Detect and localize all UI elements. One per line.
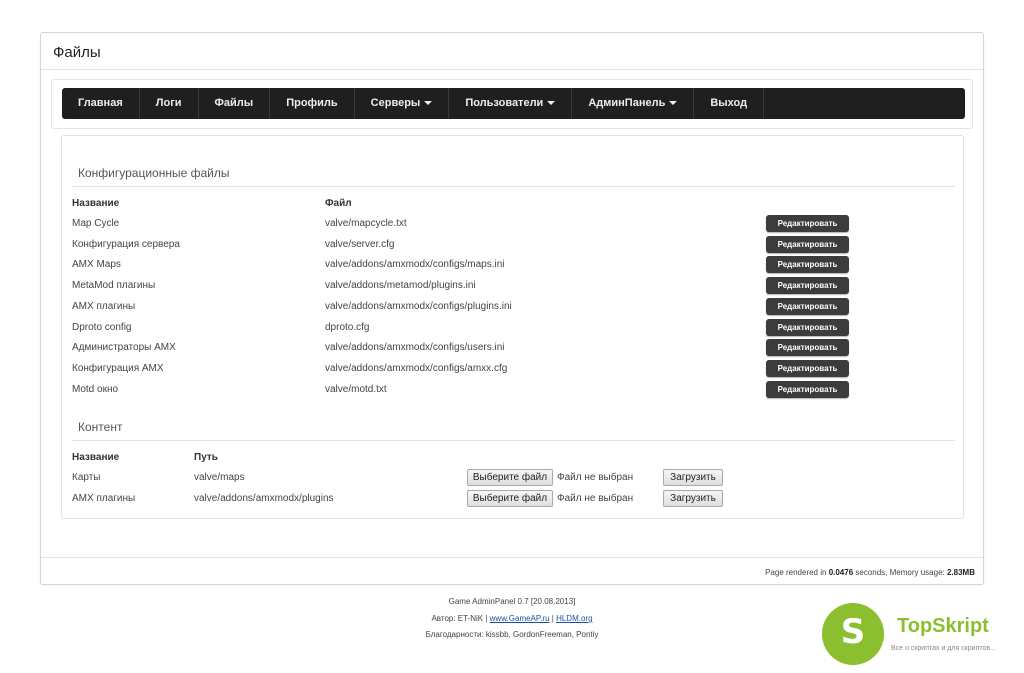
nav-item-label: Выход — [710, 97, 748, 109]
nav-item-label: Серверы — [370, 97, 421, 109]
edit-button[interactable]: Редактировать — [766, 256, 849, 274]
edit-button[interactable]: Редактировать — [766, 318, 849, 336]
edit-button[interactable]: Редактировать — [766, 215, 849, 232]
config-header-name: Название — [72, 198, 120, 209]
nav-item-4[interactable]: Серверы — [355, 88, 450, 119]
page-title: Файлы — [41, 33, 983, 70]
nav-item-0[interactable]: Главная — [62, 88, 140, 119]
config-header-file: Файл — [325, 198, 352, 209]
gameap-link[interactable]: www.GameAP.ru — [490, 614, 550, 623]
content-section-title: Контент — [78, 420, 123, 434]
config-row-name: AMX Maps — [72, 259, 121, 271]
choose-file-button[interactable]: Выберите файл — [467, 490, 553, 507]
render-info: Page rendered in 0.0476 seconds, Memory … — [765, 568, 975, 577]
config-row-name: Dproto config — [72, 321, 132, 333]
panel-footer: Page rendered in 0.0476 seconds, Memory … — [41, 557, 983, 585]
edit-button[interactable]: Редактировать — [766, 297, 849, 315]
config-row-file: valve/server.cfg — [325, 238, 395, 250]
config-row-name: Конфигурация сервера — [72, 238, 180, 250]
memory-usage: 2.83MB — [946, 568, 975, 577]
config-row-file: valve/addons/amxmodx/configs/amxx.cfg — [325, 362, 508, 374]
main-navbar: Главная Логи Файлы Профиль Серверы Пользовате… — [62, 88, 965, 119]
edit-button[interactable]: Редактировать — [766, 339, 849, 357]
file-status: Файл не выбран — [557, 493, 634, 504]
config-row-file: valve/addons/amxmodx/configs/users.ini — [325, 342, 505, 354]
content-row-path: valve/addons/amxmodx/plugins — [194, 493, 334, 504]
nav-item-label: АдминПанель — [588, 97, 666, 109]
nav-item-label: Файлы — [214, 97, 254, 109]
upload-button[interactable]: Загрузить — [663, 490, 723, 507]
config-row-file: dproto.cfg — [325, 321, 370, 333]
nav-item-3[interactable]: Профиль — [270, 88, 355, 119]
nav-item-label: Профиль — [286, 97, 338, 109]
config-row-file: valve/addons/amxmodx/configs/maps.ini — [325, 259, 505, 271]
edit-button[interactable]: Редактировать — [766, 359, 849, 377]
edit-button[interactable]: Редактировать — [766, 380, 849, 398]
nav-wrapper: Главная Логи Файлы Профиль Серверы Пользовате… — [51, 79, 973, 129]
caret-down-icon — [424, 101, 433, 106]
render-info-middle: seconds, Memory usage: — [853, 568, 947, 577]
choose-file-button[interactable]: Выберите файл — [467, 469, 553, 486]
file-status: Файл не выбран — [557, 472, 634, 483]
content-section-divider — [72, 440, 955, 441]
topskript-logo-name: TopSkript — [897, 615, 989, 637]
files-panel: Файлы Главная Логи Файлы Профиль Серверы Поль… — [40, 32, 984, 585]
config-row-name: Motd окно — [72, 383, 119, 395]
config-row-name: Администраторы AMX — [72, 342, 176, 354]
render-seconds: 0.0476 — [828, 568, 854, 577]
credits-author-prefix: Автор: ET-NiK | — [431, 614, 490, 623]
topskript-logo-letter: S — [840, 612, 866, 652]
caret-down-icon — [669, 101, 678, 106]
content-row-path: valve/maps — [194, 472, 245, 483]
content-row-name: Карты — [72, 472, 101, 483]
hldm-link[interactable]: HLDM.org — [556, 614, 592, 623]
render-info-prefix: Page rendered in — [765, 568, 829, 577]
config-files-title: Конфигурационные файлы — [78, 166, 230, 180]
nav-item-label: Логи — [155, 97, 182, 109]
config-row-file: valve/addons/amxmodx/configs/plugins.ini — [325, 300, 512, 312]
nav-item-6[interactable]: АдминПанель — [572, 88, 695, 119]
nav-item-label: Главная — [78, 97, 123, 109]
content-area: Конфигурационные файлы Название Файл Map… — [61, 135, 964, 519]
config-row-name: Конфигурация AMX — [72, 362, 164, 374]
caret-down-icon — [547, 101, 556, 106]
content-row-name: AMX плагины — [72, 493, 136, 504]
edit-button[interactable]: Редактировать — [766, 277, 849, 295]
config-row-file: valve/mapcycle.txt — [325, 218, 407, 229]
content-header-path: Путь — [194, 452, 218, 463]
config-row-name: AMX плагины — [72, 300, 136, 312]
nav-item-7[interactable]: Выход — [694, 88, 765, 119]
nav-item-2[interactable]: Файлы — [199, 88, 271, 119]
upload-button[interactable]: Загрузить — [663, 469, 723, 486]
content-header-name: Название — [72, 452, 120, 463]
config-row-file: valve/addons/metamod/plugins.ini — [325, 280, 476, 292]
config-row-name: MetaMod плагины — [72, 280, 156, 292]
config-row-file: valve/motd.txt — [325, 383, 387, 395]
nav-item-label: Пользователи — [465, 97, 544, 109]
credits-version: Game AdminPanel 0.7 [20.08.2013] — [448, 597, 576, 606]
nav-item-5[interactable]: Пользователи — [449, 88, 573, 119]
config-files-divider — [72, 186, 955, 187]
nav-item-1[interactable]: Логи — [140, 88, 199, 119]
config-row-name: Map Cycle — [72, 218, 120, 229]
edit-button[interactable]: Редактировать — [766, 235, 849, 253]
topskript-logo-tagline: Все о скриптах и для скриптов... — [891, 645, 996, 652]
